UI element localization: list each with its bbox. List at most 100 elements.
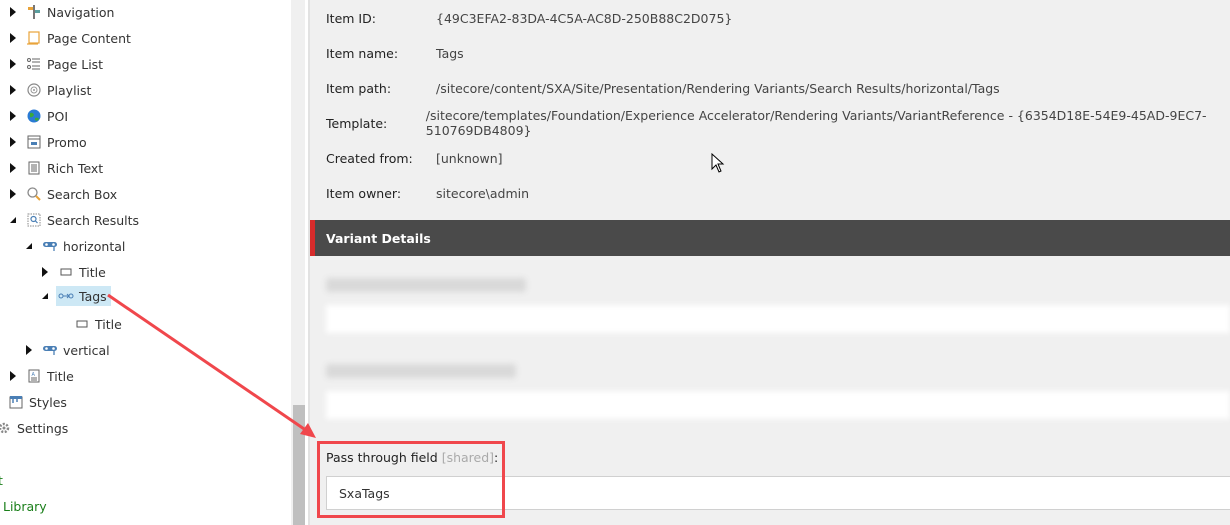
tree-item-label: Settings xyxy=(17,420,69,436)
blurred-field-label xyxy=(326,364,516,378)
tree-item-label: Page Content xyxy=(47,30,131,46)
tree-item-label: horizontal xyxy=(63,238,126,254)
info-value: Tags xyxy=(436,45,464,61)
expand-toggle[interactable] xyxy=(8,59,18,69)
info-row-item-owner: Item owner: sitecore\admin xyxy=(326,183,529,203)
signpost-icon xyxy=(26,4,42,20)
section-header-variant-details[interactable]: Variant Details xyxy=(310,220,1230,256)
promo-window-icon xyxy=(26,134,42,150)
tree-scrollbar-thumb[interactable] xyxy=(293,405,305,525)
tree-item-label: Search Results xyxy=(47,212,140,228)
tree-item-rich-text[interactable]: Rich Text xyxy=(8,157,107,179)
gear-icon xyxy=(0,420,12,436)
info-label: Item owner: xyxy=(326,185,402,201)
info-row-item-id: Item ID: {49C3EFA2-83DA-4C5A-AC8D-250B88… xyxy=(326,8,732,28)
info-value: /sitecore/content/SXA/Site/Presentation/… xyxy=(436,80,1000,96)
tree-item-label: Styles xyxy=(29,394,67,410)
list-icon xyxy=(26,56,42,72)
pass-through-field-label: Pass through field [shared]: xyxy=(326,450,498,465)
info-label: Template: xyxy=(326,115,388,131)
document-text-icon xyxy=(26,160,42,176)
field-label-colon: : xyxy=(494,450,499,465)
collapse-toggle[interactable] xyxy=(8,215,18,225)
tree-item-search-box[interactable]: Search Box xyxy=(8,183,121,205)
tree-item-settings[interactable]: Settings xyxy=(0,417,72,439)
info-label: Item name: xyxy=(326,45,399,61)
tree-item-navigation[interactable]: Navigation xyxy=(8,1,118,23)
tree-item-title-child[interactable]: Title xyxy=(72,313,126,335)
shared-tag: [shared] xyxy=(441,450,495,465)
film-reel-icon xyxy=(26,82,42,98)
tree-item-label: Playlist xyxy=(47,82,92,98)
tree-item-poi[interactable]: POI xyxy=(8,105,72,127)
expand-toggle[interactable] xyxy=(8,163,18,173)
expand-toggle[interactable] xyxy=(8,189,18,199)
tree-item-title[interactable]: Title xyxy=(40,261,110,283)
section-title: Variant Details xyxy=(326,230,431,246)
content-editor: Item ID: {49C3EFA2-83DA-4C5A-AC8D-250B88… xyxy=(310,0,1230,525)
info-row-item-name: Item name: Tags xyxy=(326,43,464,63)
mask-icon xyxy=(42,342,58,358)
mouse-cursor-icon xyxy=(711,153,725,173)
tree-item-playlist[interactable]: Playlist xyxy=(8,79,95,101)
expand-toggle[interactable] xyxy=(8,33,18,43)
expand-toggle[interactable] xyxy=(40,267,50,277)
info-row-template: Template: /sitecore/templates/Foundation… xyxy=(326,108,1230,138)
mask-icon xyxy=(42,238,58,254)
reference-link-icon xyxy=(58,288,74,304)
blurred-field-input[interactable] xyxy=(326,391,1230,419)
collapse-toggle[interactable] xyxy=(40,291,50,301)
info-label: Created from: xyxy=(326,150,413,166)
tree-item-label: POI xyxy=(47,108,69,124)
tree-item-page-list[interactable]: Page List xyxy=(8,53,107,75)
expand-toggle[interactable] xyxy=(8,371,18,381)
scroll-icon xyxy=(26,30,42,46)
tree-item-label: Library xyxy=(3,498,47,514)
styles-icon xyxy=(8,394,24,410)
tree-item-vertical[interactable]: vertical xyxy=(24,339,114,361)
expand-toggle[interactable] xyxy=(24,345,34,355)
info-label: Item path: xyxy=(326,80,392,96)
tree-item-label: Title xyxy=(47,368,74,384)
blurred-field-label xyxy=(326,278,526,292)
expand-toggle[interactable] xyxy=(8,137,18,147)
content-tree: Navigation Page Content Page List Playli… xyxy=(0,0,291,525)
tree-item-label: t xyxy=(0,472,3,488)
globe-icon xyxy=(26,108,42,124)
info-label: Item ID: xyxy=(326,10,376,26)
expand-toggle[interactable] xyxy=(8,111,18,121)
tree-item-label: Rich Text xyxy=(47,160,104,176)
tree-item-label: Title xyxy=(79,264,106,280)
blurred-field-input[interactable] xyxy=(326,305,1230,333)
info-value: {49C3EFA2-83DA-4C5A-AC8D-250B88C2D075} xyxy=(436,10,733,26)
tree-item-page-content[interactable]: Page Content xyxy=(8,27,135,49)
field-label-text: Pass through field xyxy=(326,450,438,465)
info-row-item-path: Item path: /sitecore/content/SXA/Site/Pr… xyxy=(326,78,1000,98)
tree-item-label: Page List xyxy=(47,56,104,72)
magnifier-icon xyxy=(26,186,42,202)
tree-item-search-results[interactable]: Search Results xyxy=(8,209,143,231)
tree-item-label: Search Box xyxy=(47,186,118,202)
expand-toggle[interactable] xyxy=(8,85,18,95)
field-box-icon xyxy=(74,316,90,332)
tree-item-tags[interactable]: Tags xyxy=(40,285,111,307)
pass-through-field-input[interactable]: SxaTags xyxy=(326,476,1230,510)
svg-text:A: A xyxy=(32,372,36,378)
tree-item-promo[interactable]: Promo xyxy=(8,131,91,153)
field-box-icon xyxy=(58,264,74,280)
collapse-toggle[interactable] xyxy=(24,241,34,251)
info-value: [unknown] xyxy=(436,150,503,166)
tree-item-library[interactable]: Library xyxy=(3,495,47,517)
tree-item-label: vertical xyxy=(63,342,110,358)
title-document-icon: A xyxy=(26,368,42,384)
input-value: SxaTags xyxy=(339,485,390,501)
tree-item-styles[interactable]: Styles xyxy=(6,391,71,413)
info-value: sitecore\admin xyxy=(436,185,530,201)
template-link[interactable]: /sitecore/templates/Foundation/Experienc… xyxy=(426,108,1230,138)
search-results-icon xyxy=(26,212,42,228)
expand-toggle[interactable] xyxy=(8,7,18,17)
tree-item-partial[interactable]: t xyxy=(0,469,3,491)
tree-item-title-rendering[interactable]: A Title xyxy=(8,365,78,387)
tree-item-horizontal[interactable]: horizontal xyxy=(24,235,129,257)
tree-item-label: Navigation xyxy=(47,4,115,20)
